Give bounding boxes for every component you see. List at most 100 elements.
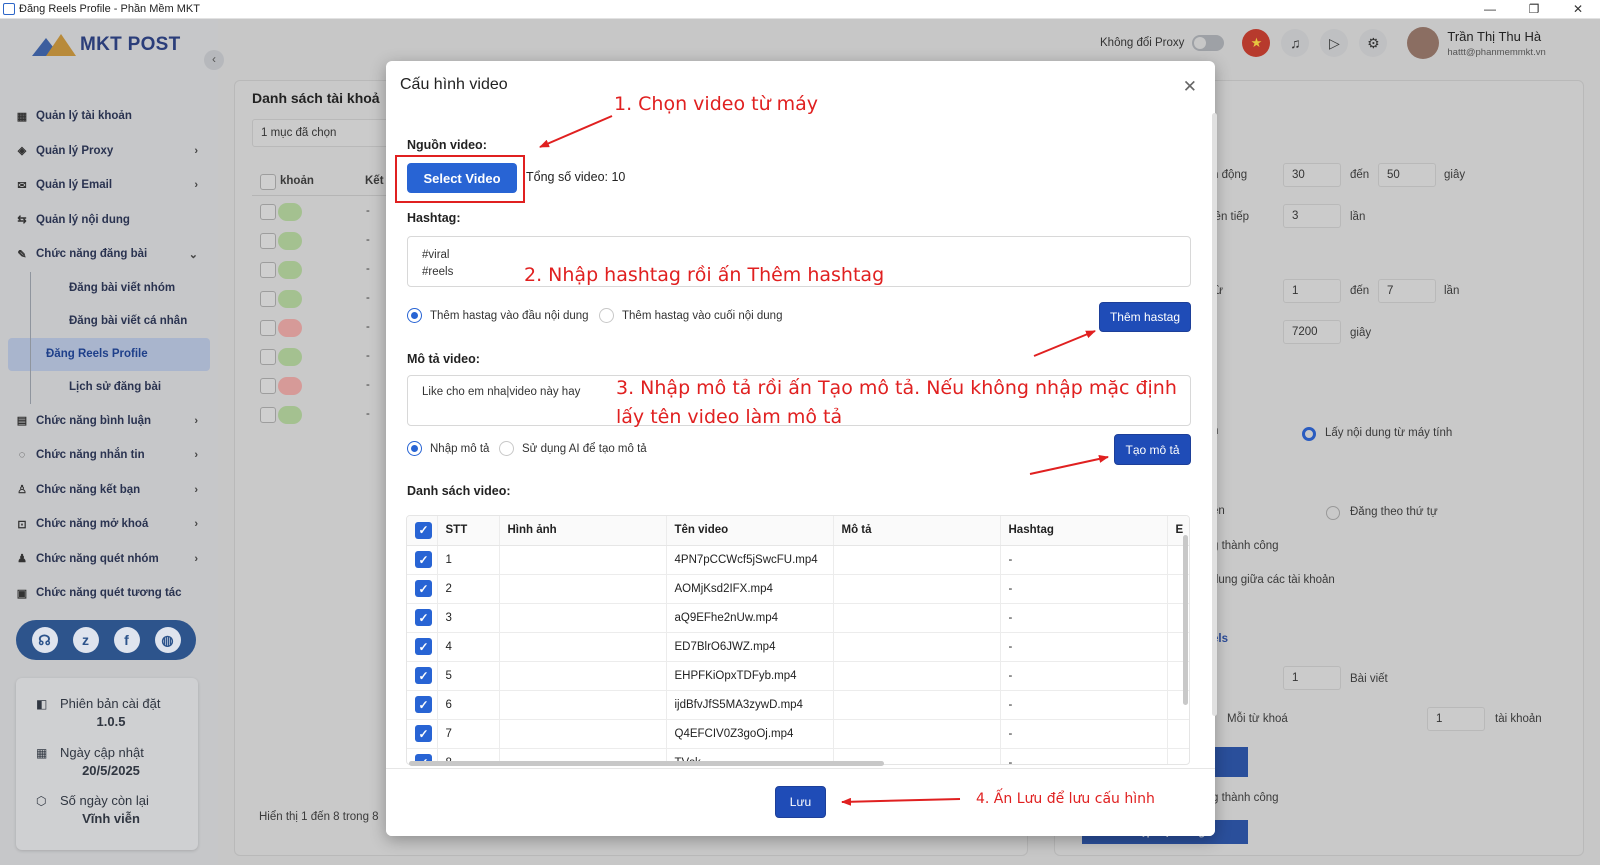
row-checkbox[interactable]: ✓ bbox=[407, 719, 438, 749]
avatar[interactable] bbox=[1407, 27, 1440, 59]
background-header-checkbox bbox=[260, 174, 276, 190]
shuffle-icon: ⇆ bbox=[17, 214, 27, 227]
table-row[interactable]: ✓ 6 ijdBfvJfS5MA3zywD.mp4 - bbox=[407, 690, 1189, 720]
minimize-button[interactable]: — bbox=[1468, 0, 1512, 19]
checkbox-checked-icon: ✓ bbox=[415, 551, 432, 568]
create-description-button[interactable]: Tạo mô tả bbox=[1114, 434, 1191, 465]
bell-icon[interactable]: ♫ bbox=[1281, 29, 1310, 57]
row-hashtag: - bbox=[1000, 632, 1168, 662]
chevron-down-icon: ⌄ bbox=[188, 248, 198, 261]
background-dash: - bbox=[366, 379, 370, 391]
sidebar-item-posting[interactable]: ✎ Chức năng đăng bài ⌄ bbox=[8, 237, 210, 272]
status-pill bbox=[278, 377, 302, 395]
sidebar-subitem-post-history[interactable]: Lịch sử đăng bài bbox=[30, 370, 210, 404]
table-row[interactable]: ✓ 3 aQ9EFhe2nUw.mp4 - bbox=[407, 603, 1189, 633]
row-checkbox[interactable]: ✓ bbox=[407, 661, 438, 691]
row-stt: 4 bbox=[437, 632, 500, 662]
select-all-checkbox[interactable]: ✓ bbox=[407, 516, 438, 546]
background-dash: - bbox=[366, 234, 370, 246]
sidebar-item-comments[interactable]: ▤ Chức năng bình luận › bbox=[8, 404, 210, 439]
sidebar-item-label: Chức năng quét nhóm bbox=[36, 552, 159, 565]
sidebar-item-group-scan[interactable]: ♟ Chức năng quét nhóm › bbox=[8, 542, 210, 577]
row-checkbox[interactable]: ✓ bbox=[407, 603, 438, 633]
sidebar-item-accounts[interactable]: ▦ Quản lý tài khoản bbox=[8, 99, 210, 134]
col-image: Hình ảnh bbox=[499, 516, 667, 546]
globe-icon[interactable]: ◍ bbox=[154, 627, 181, 653]
close-icon[interactable]: ✕ bbox=[1183, 77, 1197, 97]
sidebar-item-email[interactable]: ✉ Quản lý Email › bbox=[8, 168, 210, 203]
row-hashtag: - bbox=[1000, 574, 1168, 604]
bg-radio-off bbox=[1326, 506, 1340, 520]
table-header-row: ✓ STT Hình ảnh Tên video Mô tả Hashtag E bbox=[407, 516, 1189, 546]
background-row-checkbox bbox=[260, 262, 276, 278]
vietnam-flag-icon[interactable]: ★ bbox=[1242, 29, 1271, 57]
row-checkbox[interactable]: ✓ bbox=[407, 545, 438, 575]
bg-setting-label: lần bbox=[1350, 211, 1366, 223]
background-row-checkbox bbox=[260, 233, 276, 249]
checkbox-checked-icon: ✓ bbox=[415, 521, 432, 539]
sidebar-item-label: Quản lý tài khoản bbox=[36, 110, 132, 123]
zalo-icon[interactable]: z bbox=[72, 627, 99, 653]
sidebar-item-label: Chức năng đăng bài bbox=[36, 248, 148, 261]
description-ai-label: Sử dụng AI để tạo mô tả bbox=[522, 442, 647, 455]
row-video-name: AOMjKsd2IFX.mp4 bbox=[666, 574, 834, 604]
save-button[interactable]: Lưu bbox=[775, 786, 826, 818]
video-table: ✓ STT Hình ảnh Tên video Mô tả Hashtag E… bbox=[406, 515, 1190, 765]
bg-setting-input: 7200 bbox=[1283, 320, 1341, 344]
window-controls: — ❐ ✕ bbox=[1468, 0, 1600, 19]
sidebar-item-interaction-scan[interactable]: ▣ Chức năng quét tương tác bbox=[8, 576, 210, 611]
row-stt: 5 bbox=[437, 661, 500, 691]
sidebar-subitem-reels-profile[interactable]: Đăng Reels Profile bbox=[8, 337, 210, 371]
description-manual-label: Nhập mô tả bbox=[430, 442, 490, 455]
table-row[interactable]: ✓ 2 AOMjKsd2IFX.mp4 - bbox=[407, 574, 1189, 604]
bg-setting-input: 1 bbox=[1427, 707, 1485, 731]
sidebar-item-content[interactable]: ⇆ Quản lý nội dung bbox=[8, 203, 210, 238]
close-window-button[interactable]: ✕ bbox=[1556, 0, 1600, 19]
gear-icon[interactable]: ⚙ bbox=[1359, 29, 1388, 57]
hashtag-end-radio[interactable]: Thêm hastag vào cuối nội dung bbox=[599, 308, 782, 323]
add-hashtag-button[interactable]: Thêm hastag bbox=[1099, 302, 1191, 332]
sidebar-item-friends[interactable]: ♙ Chức năng kết bạn › bbox=[8, 473, 210, 508]
background-col-result: Kết bbox=[365, 175, 384, 187]
sidebar-item-proxy[interactable]: ◈ Quản lý Proxy › bbox=[8, 134, 210, 169]
user-add-icon: ♙ bbox=[17, 484, 27, 497]
row-checkbox[interactable]: ✓ bbox=[407, 690, 438, 720]
table-row[interactable]: ✓ 4 ED7BlrO6JWZ.mp4 - bbox=[407, 632, 1189, 662]
chevron-right-icon: › bbox=[194, 552, 198, 565]
description-manual-radio[interactable]: Nhập mô tả bbox=[407, 441, 489, 456]
sidebar-item-unlock[interactable]: ⊡ Chức năng mở khoá › bbox=[8, 507, 210, 542]
bg-setting-input: 7 bbox=[1378, 279, 1436, 303]
social-links: ☊ z f ◍ bbox=[16, 620, 196, 660]
bg-setting-label: Mỗi từ khoá bbox=[1227, 713, 1288, 725]
sidebar-subitem-personal-post[interactable]: Đăng bài viết cá nhân bbox=[30, 304, 210, 338]
table-row[interactable]: ✓ 5 EHPFKiOpxTDFyb.mp4 - bbox=[407, 661, 1189, 691]
support-icon[interactable]: ☊ bbox=[31, 627, 58, 653]
background-dash: - bbox=[366, 350, 370, 362]
table-row[interactable]: ✓ 7 Q4EFCIV0Z3goOj.mp4 - bbox=[407, 719, 1189, 749]
updated-value: 20/5/2025 bbox=[82, 763, 140, 778]
table-vertical-scrollbar[interactable] bbox=[1183, 535, 1188, 705]
bg-setting-label: dung giữa các tài khoản bbox=[1212, 574, 1335, 586]
annotation-step-2: 2. Nhập hashtag rồi ấn Thêm hashtag bbox=[524, 264, 885, 286]
bg-setting-label: Bài viết bbox=[1350, 673, 1388, 685]
hashtag-start-radio[interactable]: Thêm hastag vào đầu nội dung bbox=[407, 308, 589, 323]
collapse-sidebar-button[interactable]: ‹ bbox=[204, 50, 224, 70]
play-icon[interactable]: ▷ bbox=[1320, 29, 1349, 57]
box-icon: ⬡ bbox=[36, 793, 47, 808]
maximize-button[interactable]: ❐ bbox=[1512, 0, 1556, 19]
table-horizontal-scrollbar[interactable] bbox=[409, 761, 884, 766]
modal-scrollbar[interactable] bbox=[1212, 113, 1217, 716]
window-titlebar: Đăng Reels Profile - Phần Mềm MKT — ❐ ✕ bbox=[0, 0, 1600, 19]
row-video-name: ijdBfvJfS5MA3zywD.mp4 bbox=[666, 690, 834, 720]
table-row[interactable]: ✓ 1 4PN7pCCWcf5jSwcFU.mp4 - bbox=[407, 545, 1189, 575]
sidebar-subitem-group-post[interactable]: Đăng bài viết nhóm bbox=[30, 271, 210, 305]
description-ai-radio[interactable]: Sử dụng AI để tạo mô tả bbox=[499, 441, 647, 456]
sidebar-item-messages[interactable]: ◌ Chức năng nhắn tin › bbox=[8, 438, 210, 473]
radio-checked-icon bbox=[407, 308, 422, 323]
proxy-toggle[interactable] bbox=[1192, 35, 1225, 51]
row-image bbox=[499, 574, 667, 604]
facebook-icon[interactable]: f bbox=[113, 627, 140, 653]
row-checkbox[interactable]: ✓ bbox=[407, 574, 438, 604]
row-hashtag: - bbox=[1000, 545, 1168, 575]
row-checkbox[interactable]: ✓ bbox=[407, 632, 438, 662]
